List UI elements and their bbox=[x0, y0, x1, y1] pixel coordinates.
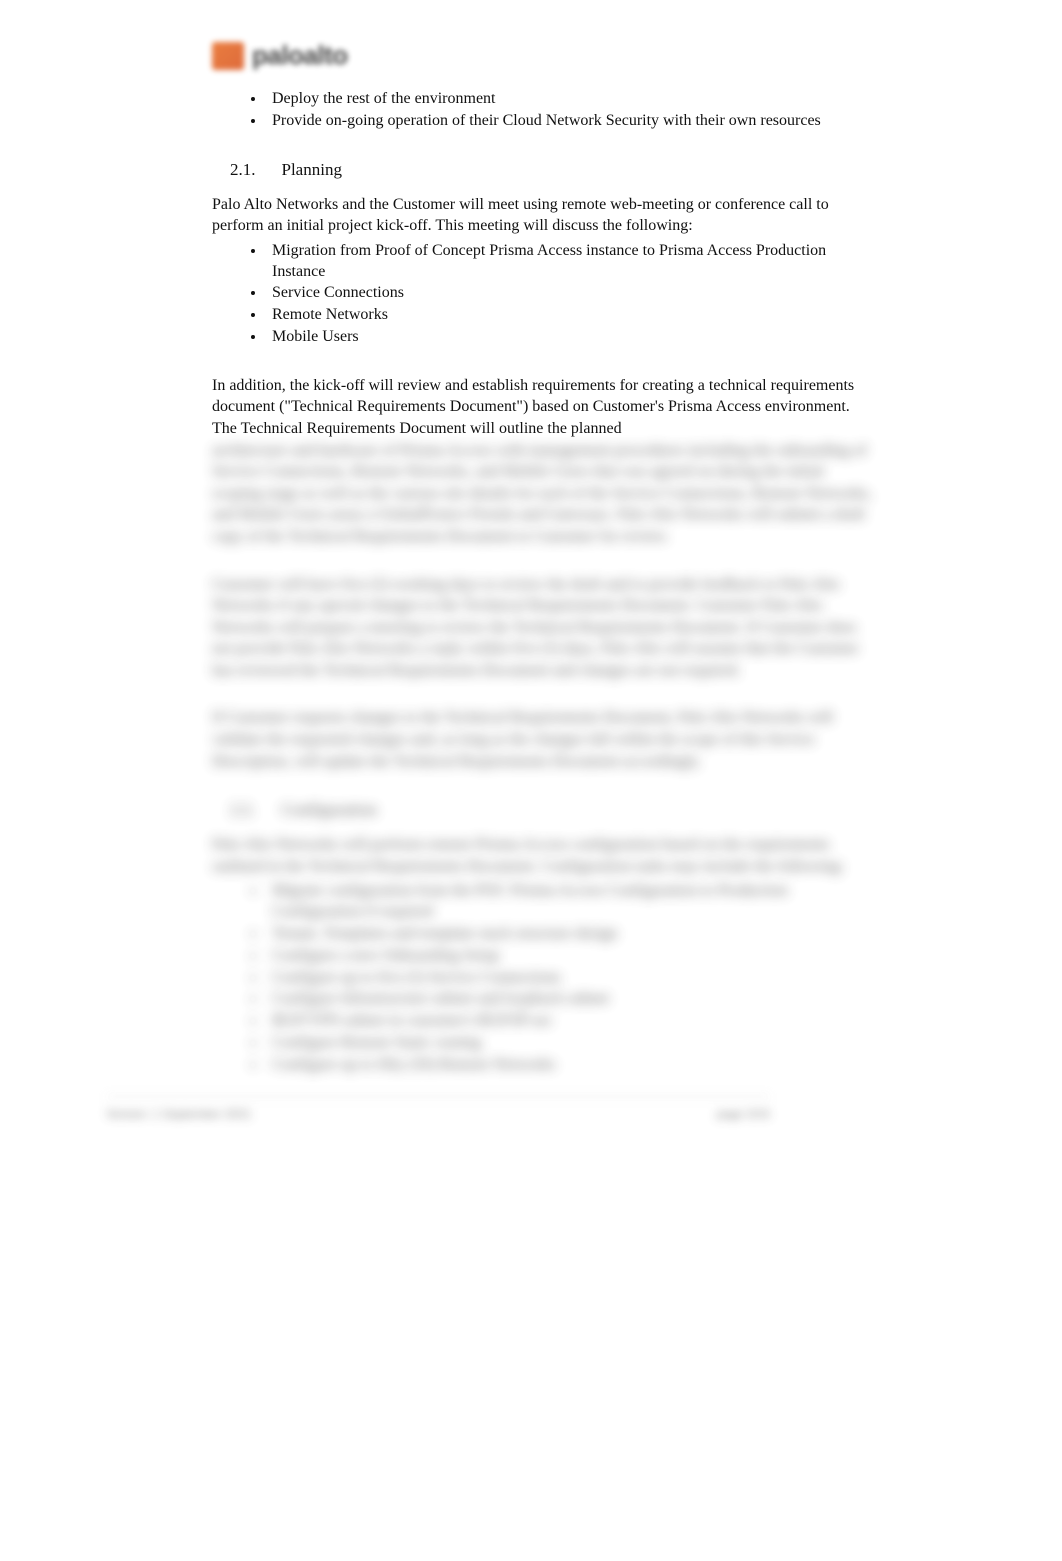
section-title: Planning bbox=[282, 160, 342, 180]
top-bullet-list: Deploy the rest of the environment Provi… bbox=[266, 89, 876, 132]
page-footer: Version: 1 September 2021 page 3/15 bbox=[106, 1096, 770, 1121]
blurred-paragraph: Palo Alto Networks will perform remote P… bbox=[212, 834, 876, 877]
list-item: BGP/VPN subnet in customer's BGP/IP-sec bbox=[266, 1011, 876, 1032]
section-title: Configuration bbox=[282, 800, 377, 820]
list-item: Configure up to fifty (50) Remote Networ… bbox=[266, 1055, 876, 1076]
intro-paragraph: Palo Alto Networks and the Customer will… bbox=[212, 194, 876, 237]
list-item: Deploy the rest of the environment bbox=[266, 89, 876, 110]
list-item: Provide on-going operation of their Clou… bbox=[266, 111, 876, 132]
list-item: Mobile Users bbox=[266, 327, 876, 348]
footer-page-number: page 3/15 bbox=[717, 1107, 770, 1121]
list-item: Configure Remote Static routing bbox=[266, 1033, 876, 1054]
list-item: Service Connections bbox=[266, 283, 876, 304]
list-item: Tenant, Templates and template stack str… bbox=[266, 924, 876, 945]
list-item: Migration from Proof of Concept Prisma A… bbox=[266, 241, 876, 283]
section-heading: 2.1. Planning bbox=[230, 160, 876, 180]
logo-text: paloalto bbox=[252, 40, 348, 71]
trd-paragraph: In addition, the kick-off will review an… bbox=[212, 375, 876, 440]
section-number: 2.1. bbox=[230, 160, 256, 180]
section-number: 2.2. bbox=[230, 800, 256, 820]
blurred-paragraph: architecture and hardware of Prisma Acce… bbox=[212, 440, 876, 548]
list-item: Configure up to five (5) Service Connect… bbox=[266, 968, 876, 989]
blurred-paragraph: Customer will have five (5) working days… bbox=[212, 574, 876, 682]
list-item: Migrate configuration from the POC Prism… bbox=[266, 881, 876, 923]
footer-version: Version: 1 September 2021 bbox=[106, 1107, 251, 1121]
list-item: Remote Networks bbox=[266, 305, 876, 326]
company-logo: paloalto bbox=[212, 40, 876, 71]
logo-icon bbox=[212, 42, 244, 70]
config-bullet-list: Migrate configuration from the POC Prism… bbox=[266, 881, 876, 1075]
section-heading: 2.2. Configuration bbox=[230, 800, 876, 820]
list-item: Configure a new Onboarding Setup bbox=[266, 946, 876, 967]
blurred-region: architecture and hardware of Prisma Acce… bbox=[212, 440, 876, 1076]
document-page: paloalto Deploy the rest of the environm… bbox=[0, 0, 1062, 1561]
planning-bullet-list: Migration from Proof of Concept Prisma A… bbox=[266, 241, 876, 348]
list-item: Configure Infrastructure subnet and loop… bbox=[266, 989, 876, 1010]
blurred-paragraph: If Customer requests changes to the Tech… bbox=[212, 707, 876, 772]
